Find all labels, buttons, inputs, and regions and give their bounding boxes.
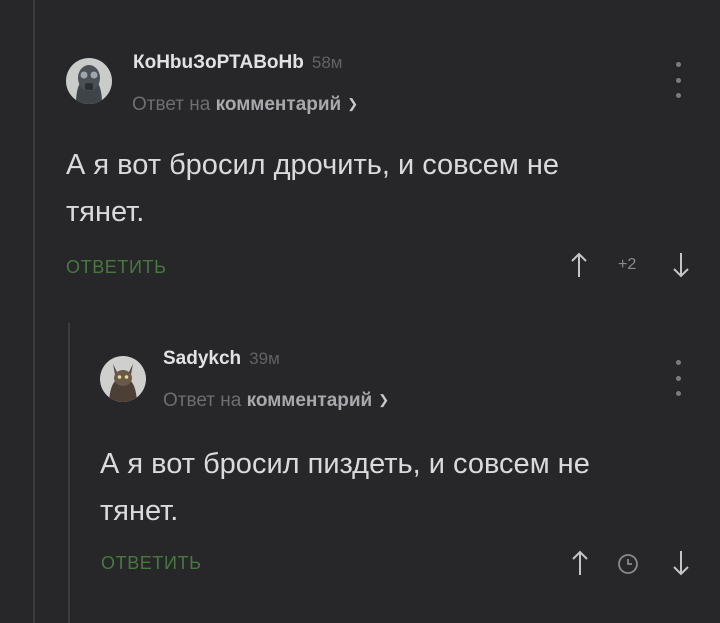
- reply-target: комментарий: [215, 94, 342, 115]
- username-text: Sadykch: [163, 348, 242, 369]
- reply-button[interactable]: ОТВЕТИТЬ: [66, 257, 167, 278]
- arrow-down-icon[interactable]: [671, 252, 691, 278]
- arrow-up-icon[interactable]: [569, 252, 589, 278]
- reply-to-link[interactable]: Ответ на комментарий ❯: [163, 390, 389, 412]
- more-menu-button[interactable]: [671, 62, 685, 98]
- more-menu-button[interactable]: [671, 360, 685, 396]
- time-ago: 39м: [249, 349, 280, 368]
- avatar[interactable]: [100, 356, 146, 402]
- thread-line-nested: [68, 323, 70, 623]
- username[interactable]: КоНbuЗоРТАВоНb 58м: [133, 52, 342, 74]
- reply-prefix: Ответ на: [163, 390, 242, 411]
- dot-icon: [675, 360, 681, 365]
- reply-target: комментарий: [246, 390, 373, 411]
- comment-text: А я вот бросил дрочить, и совсем не тяне…: [66, 149, 560, 228]
- arrow-down-icon[interactable]: [671, 550, 691, 576]
- comment-text: А я вот бросил пиздеть, и совсем не тяне…: [100, 448, 590, 527]
- avatar[interactable]: [66, 58, 112, 104]
- reply-button[interactable]: ОТВЕТИТЬ: [101, 553, 202, 574]
- dot-icon: [675, 375, 681, 381]
- dot-icon: [675, 77, 681, 83]
- reply-to-link[interactable]: Ответ на комментарий ❯: [132, 94, 358, 116]
- arrow-up-icon[interactable]: [570, 550, 590, 576]
- cat-avatar-icon: [100, 356, 146, 402]
- gasmask-avatar-icon: [66, 58, 112, 104]
- dot-icon: [675, 62, 681, 67]
- username-text: КоНbuЗоРТАВоНb: [133, 52, 304, 73]
- time-ago: 58м: [311, 53, 343, 72]
- thread-line-root: [33, 0, 35, 623]
- chevron-down-icon: ❯: [378, 392, 390, 407]
- dot-icon: [675, 391, 681, 396]
- username[interactable]: Sadykch 39м: [163, 348, 280, 370]
- rating-score: +2: [618, 256, 637, 273]
- dot-icon: [675, 93, 681, 98]
- reply-prefix: Ответ на: [132, 94, 211, 115]
- chevron-down-icon: ❯: [347, 96, 359, 111]
- clock-icon: [618, 554, 638, 574]
